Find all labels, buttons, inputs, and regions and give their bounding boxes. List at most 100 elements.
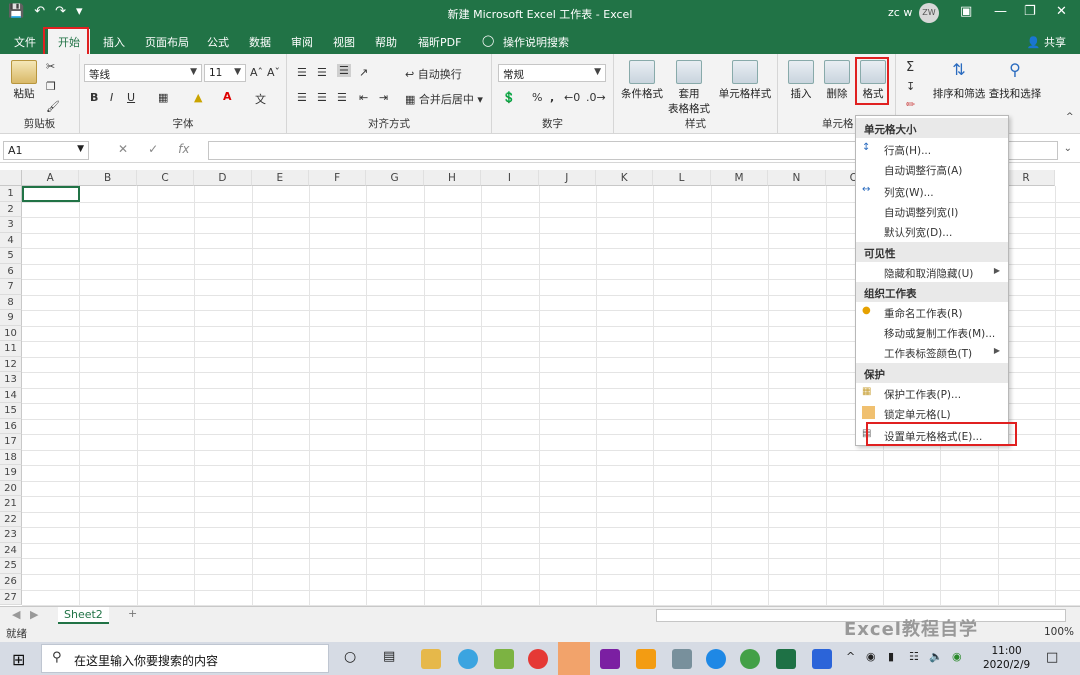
decrease-font-icon[interactable]: Aˇ — [267, 66, 280, 79]
column-header[interactable]: B — [79, 170, 137, 186]
column-header[interactable]: A — [22, 170, 80, 186]
font-size-select[interactable]: 11 ▼ — [204, 64, 246, 82]
tab-foxit-pdf[interactable]: 福昕PDF — [418, 34, 461, 50]
app2-icon[interactable] — [636, 649, 656, 669]
menu-item-autofit-column[interactable]: 自动调整列宽(I) — [856, 201, 1008, 221]
menu-item-default-width[interactable]: 默认列宽(D)... — [856, 221, 1008, 241]
column-header[interactable]: M — [710, 170, 769, 186]
row-header[interactable]: 22 — [0, 511, 22, 528]
close-icon[interactable]: ✕ — [1056, 4, 1067, 19]
bold-icon[interactable]: B — [90, 91, 98, 104]
row-header[interactable]: 18 — [0, 449, 22, 466]
insert-cells-button[interactable]: 插入 — [786, 60, 816, 101]
format-painter-icon[interactable]: 🖌 — [46, 100, 60, 113]
align-right-icon[interactable]: ☰ — [337, 91, 347, 104]
format-as-table-button[interactable]: 套用 表格格式 — [666, 60, 712, 116]
row-header[interactable]: 5 — [0, 248, 22, 264]
clock[interactable]: 11:00 2020/2/9 — [983, 644, 1030, 672]
row-header[interactable]: 27 — [0, 589, 22, 606]
name-box[interactable]: A1 ▼ — [3, 141, 89, 160]
row-header[interactable]: 7 — [0, 279, 22, 295]
next-sheet-icon[interactable]: ▶ — [30, 608, 38, 621]
excel-icon[interactable] — [776, 649, 796, 669]
row-header[interactable]: 13 — [0, 372, 22, 388]
tab-file[interactable]: 文件 — [14, 34, 36, 50]
wrap-text-button[interactable]: ↩ 自动换行 — [405, 66, 462, 82]
percent-icon[interactable]: % — [532, 91, 542, 104]
column-header[interactable]: F — [309, 170, 367, 186]
row-header[interactable]: 15 — [0, 403, 22, 419]
row-header[interactable]: 9 — [0, 310, 22, 326]
windows-start-icon[interactable]: ⊞ — [12, 650, 25, 669]
app3-icon[interactable] — [672, 649, 692, 669]
accounting-icon[interactable]: 💲 — [502, 91, 516, 104]
decrease-decimal-icon[interactable]: .0→ — [586, 91, 606, 104]
delete-cells-button[interactable]: 删除 — [822, 60, 852, 101]
tab-view[interactable]: 视图 — [333, 34, 355, 50]
comma-icon[interactable]: , — [550, 91, 554, 104]
avatar[interactable]: ZW — [919, 3, 939, 23]
menu-item-hide-unhide[interactable]: 隐藏和取消隐藏(U) ▶ — [856, 262, 1008, 282]
column-header[interactable]: E — [251, 170, 309, 186]
number-format-select[interactable]: 常规 ▼ — [498, 64, 606, 82]
menu-item-row-height[interactable]: ↕ 行高(H)... — [856, 139, 1008, 159]
restore-icon[interactable]: ❐ — [1024, 4, 1036, 19]
column-header[interactable]: J — [538, 170, 596, 186]
row-header[interactable]: 19 — [0, 465, 22, 481]
cancel-icon[interactable]: ✕ — [118, 142, 128, 156]
tab-page-layout[interactable]: 页面布局 — [145, 34, 189, 50]
battery-icon[interactable]: ▮ — [888, 650, 894, 663]
align-middle-icon[interactable]: ☰ — [317, 66, 327, 79]
clear-icon[interactable]: ✏ — [906, 98, 915, 111]
chrome-icon[interactable] — [528, 649, 548, 669]
menu-item-move-copy[interactable]: 移动或复制工作表(M)... — [856, 322, 1008, 342]
onenote-icon[interactable] — [600, 649, 620, 669]
row-header[interactable]: 16 — [0, 418, 22, 435]
menu-item-rename-sheet[interactable]: ● 重命名工作表(R) — [856, 302, 1008, 322]
tray-expand-icon[interactable]: ^ — [846, 650, 855, 663]
fill-icon[interactable]: ↧ — [906, 80, 915, 93]
row-header[interactable]: 6 — [0, 263, 22, 280]
user-name[interactable]: zc w — [888, 6, 912, 19]
notification-icon[interactable]: □ — [1046, 650, 1058, 665]
copy-icon[interactable]: ❐ — [46, 80, 56, 93]
menu-item-lock-cell[interactable]: 锁定单元格(L) — [856, 403, 1008, 423]
tab-insert[interactable]: 插入 — [103, 34, 125, 50]
tell-me-search[interactable]: 操作说明搜索 — [503, 34, 569, 50]
minimize-icon[interactable]: — — [994, 4, 1007, 19]
row-header[interactable]: 23 — [0, 527, 22, 543]
font-name-select[interactable]: 等线 ▼ — [84, 64, 202, 82]
insert-function-icon[interactable]: fx — [178, 142, 189, 156]
wechat-icon[interactable] — [740, 649, 760, 669]
italic-icon[interactable]: I — [110, 91, 113, 104]
column-header[interactable]: G — [366, 170, 424, 186]
outdent-icon[interactable]: ⇥ — [379, 91, 388, 104]
font-color-icon[interactable]: A — [223, 90, 232, 103]
menu-item-protect-sheet[interactable]: ▦ 保护工作表(P)... — [856, 383, 1008, 403]
column-header[interactable]: H — [423, 170, 482, 186]
word-icon[interactable] — [812, 649, 832, 669]
cell-styles-button[interactable]: 单元格样式 — [716, 60, 774, 101]
align-bottom-icon[interactable]: ☰ — [337, 64, 351, 77]
ribbon-display-icon[interactable]: ▣ — [960, 4, 972, 19]
column-header[interactable]: L — [653, 170, 711, 186]
select-all-corner[interactable] — [0, 170, 22, 186]
row-header[interactable]: 24 — [0, 542, 22, 559]
fill-color-icon[interactable]: ▲ — [194, 91, 202, 104]
file-explorer-icon[interactable] — [421, 649, 441, 669]
align-top-icon[interactable]: ☰ — [297, 66, 307, 79]
column-header[interactable]: C — [136, 170, 195, 186]
menu-item-autofit-row[interactable]: 自动调整行高(A) — [856, 159, 1008, 179]
row-header[interactable]: 11 — [0, 341, 22, 357]
row-header[interactable]: 14 — [0, 387, 22, 404]
app-icon[interactable] — [494, 649, 514, 669]
align-left-icon[interactable]: ☰ — [297, 91, 307, 104]
row-header[interactable]: 8 — [0, 294, 22, 311]
volume-icon[interactable]: 🔈 — [929, 650, 943, 663]
column-header[interactable]: D — [194, 170, 252, 186]
tab-review[interactable]: 审阅 — [291, 34, 313, 50]
sort-filter-button[interactable]: ⇅ 排序和筛选 — [932, 60, 986, 101]
menu-item-column-width[interactable]: ↔ 列宽(W)... — [856, 181, 1008, 201]
tab-formulas[interactable]: 公式 — [207, 34, 229, 50]
orientation-icon[interactable]: ↗ — [359, 66, 368, 79]
